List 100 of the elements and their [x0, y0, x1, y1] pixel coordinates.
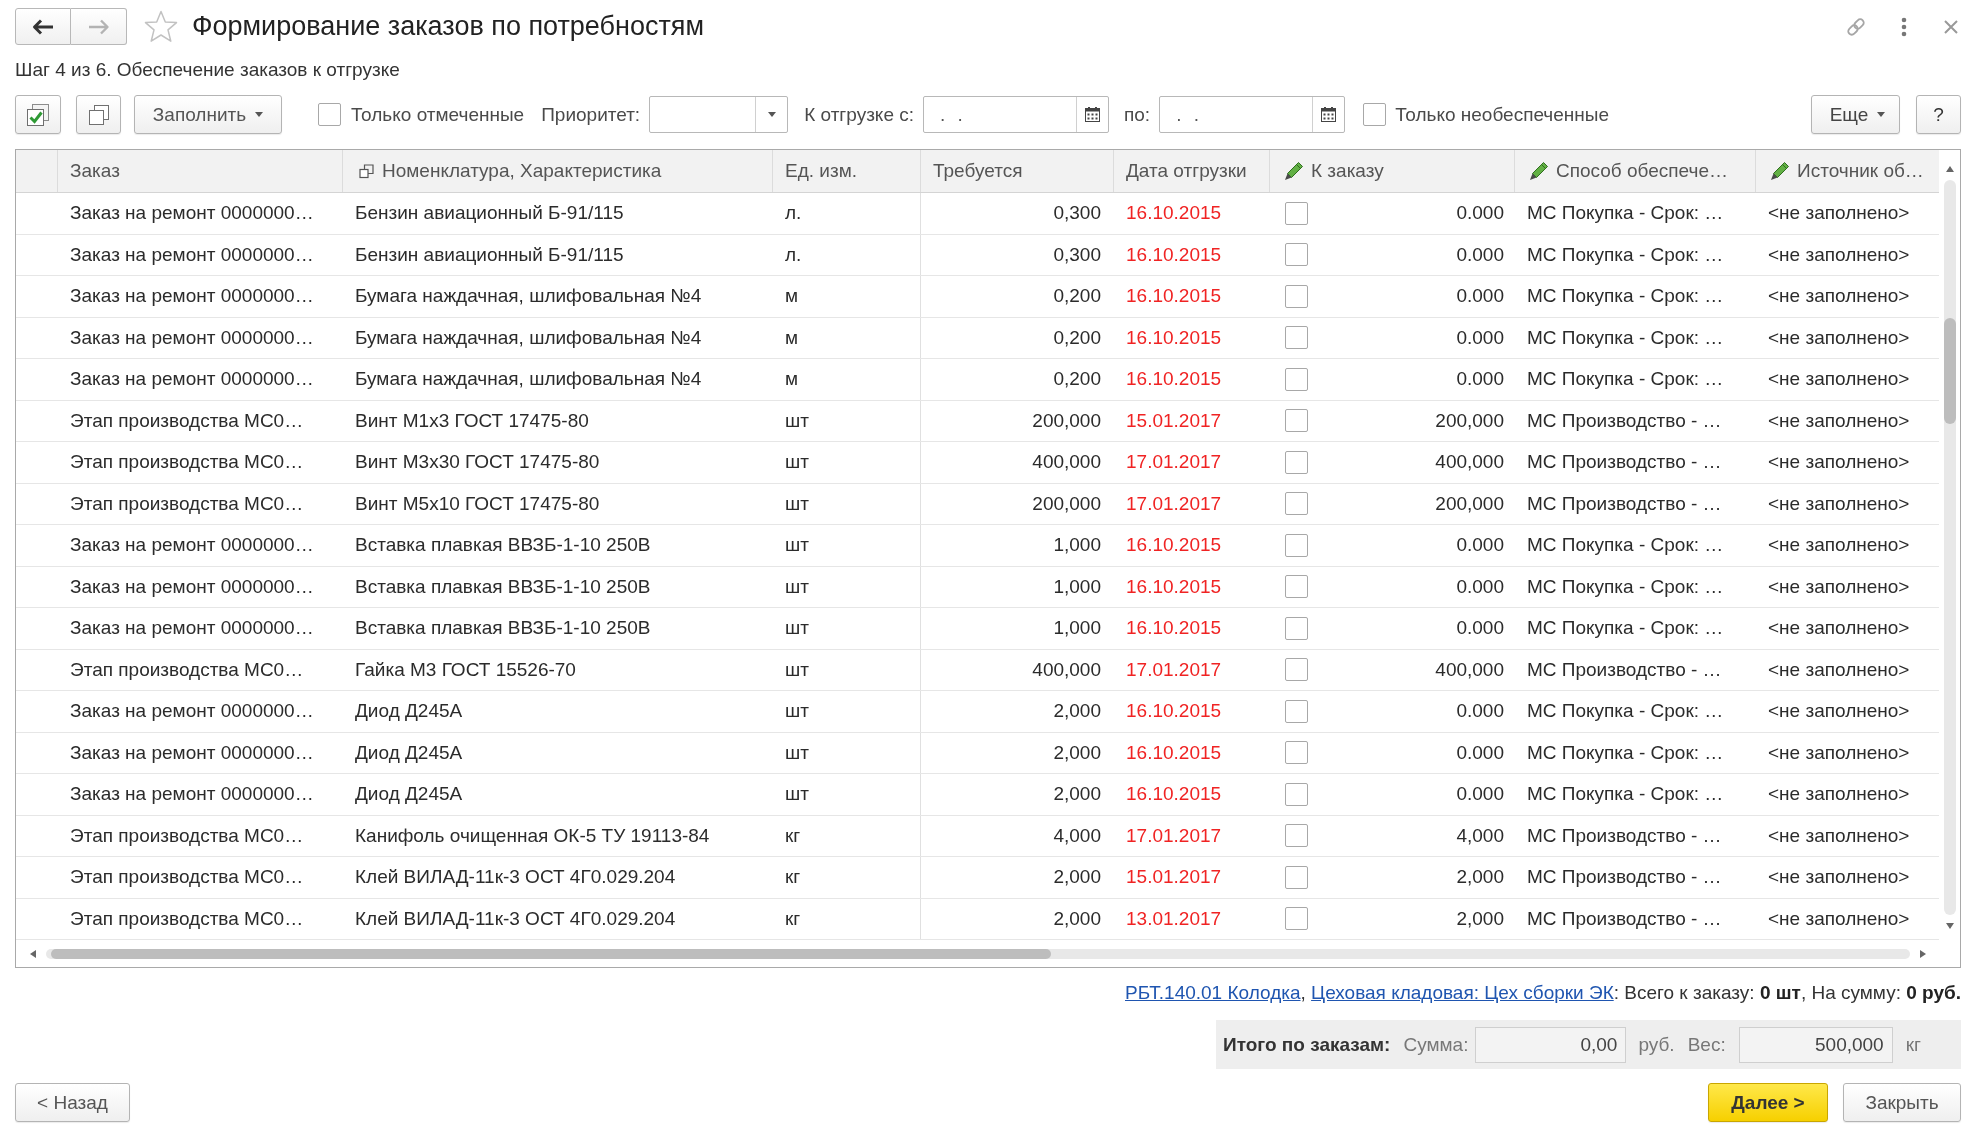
table-cell-text: 400,000 — [1031, 657, 1102, 682]
table-cell-text: МС Покупка - Срок: … — [1526, 574, 1725, 599]
checkbox[interactable] — [1285, 450, 1308, 474]
table-cell-text: МС Производство - … — [1526, 906, 1723, 931]
table-row[interactable]: Заказ на ремонт 0000000… Бумага наждачная, шлифовальная №4 м 0,200 16.10.2015 0.000 МС Покупка - Срок: … <не заполнено> — [16, 359, 1939, 401]
column-header[interactable]: Источник об… — [1756, 150, 1939, 192]
table-cell-text: 4,000 — [1052, 823, 1102, 848]
table-cell-text: Клей ВИЛАД-11к-3 ОСТ 4Г0.029.204 — [354, 906, 677, 931]
checkbox[interactable] — [1285, 824, 1308, 848]
table-cell: кг — [773, 857, 921, 898]
field-label: Приоритет: — [541, 103, 641, 126]
horizontal-scrollbar[interactable] — [46, 948, 1910, 959]
table-row[interactable]: Заказ на ремонт 0000000… Вставка плавкая ВВЗБ-1-10 250В шт 1,000 16.10.2015 0.000 МС Покупка - Срок: … <не заполнено> — [16, 525, 1939, 567]
scrollbar-thumb[interactable] — [1943, 318, 1956, 424]
table-row[interactable]: Этап производства МС0… Канифоль очищенная ОК-5 ТУ 19113-84 кг 4,000 17.01.2017 4,000 МС Производство - … <не заполнено> — [16, 815, 1939, 857]
checkbox[interactable] — [1285, 243, 1308, 267]
checkbox[interactable] — [1363, 103, 1387, 126]
fill-button[interactable]: Заполнить — [134, 95, 282, 134]
back-button[interactable]: < Назад — [15, 1083, 130, 1122]
priority-select[interactable] — [649, 96, 789, 133]
table-row[interactable]: Заказ на ремонт 0000000… Диод Д245А шт 2,000 16.10.2015 0.000 МС Покупка - Срок: … <не заполнено> — [16, 732, 1939, 774]
table-cell-text: Этап производства МС0… — [69, 450, 305, 475]
checkbox[interactable] — [1285, 699, 1308, 723]
table-cell-text: Этап производства МС0… — [69, 823, 305, 848]
scroll-left-icon[interactable] — [30, 949, 36, 958]
scroll-up-icon[interactable] — [1945, 166, 1954, 172]
vertical-scrollbar[interactable] — [1943, 180, 1956, 915]
table-row[interactable]: Заказ на ремонт 0000000… Вставка плавкая ВВЗБ-1-10 250В шт 1,000 16.10.2015 0.000 МС Покупка - Срок: … <не заполнено> — [16, 608, 1939, 650]
scroll-down-icon[interactable] — [1945, 923, 1954, 929]
checkbox[interactable] — [1285, 409, 1308, 433]
close-button[interactable]: Закрыть — [1843, 1083, 1961, 1122]
table-cell-text: <не заполнено> — [1767, 699, 1911, 724]
table-cell: шт — [773, 483, 921, 524]
item-link[interactable]: РБТ.140.01 Колодка — [1125, 982, 1301, 1003]
table-row[interactable]: Этап производства МС0… Винт М3х30 ГОСТ 17475-80 шт 400,000 17.01.2017 400,000 МС Производство - … <не заполнено> — [16, 442, 1939, 484]
table-row[interactable]: Заказ на ремонт 0000000… Бумага наждачная, шлифовальная №4 м 0,200 16.10.2015 0.000 МС Покупка - Срок: … <не заполнено> — [16, 276, 1939, 318]
checkbox[interactable] — [1285, 782, 1308, 806]
pencil-icon — [1770, 161, 1790, 181]
column-header[interactable]: Требуется — [921, 150, 1114, 192]
column-header[interactable]: К заказу — [1270, 150, 1515, 192]
pencil-icon — [1529, 161, 1549, 181]
checkbox[interactable] — [1285, 907, 1308, 931]
weight-field[interactable]: 500,000 — [1738, 1026, 1893, 1063]
calendar-icon[interactable] — [1085, 107, 1100, 122]
table-row[interactable]: Этап производства МС0… Винт М1х3 ГОСТ 17475-80 шт 200,000 15.01.2017 200,000 МС Производство - … <не заполнено> — [16, 400, 1939, 442]
field-label: по: — [1124, 103, 1151, 126]
table-row[interactable]: Заказ на ремонт 0000000… Бензин авиационный Б-91/115 л. 0,300 16.10.2015 0.000 МС Покупка - Срок: … <не заполнено> — [16, 193, 1939, 235]
table-cell-text: Заказ на ремонт 0000000… — [69, 201, 315, 226]
next-button[interactable]: Далее > — [1708, 1083, 1828, 1122]
checkbox[interactable] — [1285, 326, 1308, 350]
date-field[interactable]: . . — [1159, 96, 1346, 133]
table-cell: л. — [773, 193, 921, 234]
table-cell-text: 0.000 — [1455, 699, 1505, 724]
column-header[interactable]: Заказ — [58, 150, 343, 192]
table-row[interactable]: Этап производства МС0… Винт М5х10 ГОСТ 17475-80 шт 200,000 17.01.2017 200,000 МС Производство - … <не заполнено> — [16, 483, 1939, 525]
field-label: Сумма: — [1403, 1033, 1469, 1056]
table-row[interactable]: Этап производства МС0… Клей ВИЛАД-11к-3 ОСТ 4Г0.029.204 кг 2,000 15.01.2017 2,000 МС Производство - … <не заполнено> — [16, 857, 1939, 899]
checkbox[interactable] — [1285, 865, 1308, 889]
column-header[interactable]: Дата отгрузки — [1114, 150, 1270, 192]
column-header[interactable]: Ед. изм. — [773, 150, 921, 192]
table-cell-text: Заказ на ремонт 0000000… — [69, 574, 315, 599]
sum-field[interactable]: 0,00 — [1475, 1026, 1627, 1063]
checkbox[interactable] — [1285, 201, 1308, 225]
calendar-icon[interactable] — [1321, 107, 1337, 122]
help-button[interactable]: ? — [1916, 95, 1961, 134]
item-link[interactable]: Цеховая кладовая: Цех сборки ЭК — [1311, 982, 1614, 1003]
table-row[interactable]: Этап производства МС0… Клей ВИЛАД-11к-3 ОСТ 4Г0.029.204 кг 2,000 13.01.2017 2,000 МС Производство - … <не заполнено> — [16, 898, 1939, 940]
star-icon[interactable] — [144, 10, 178, 43]
checkbox-label: Только отмеченные — [351, 103, 525, 126]
checkbox[interactable] — [1285, 533, 1308, 557]
check-all-button[interactable] — [15, 95, 61, 134]
table-cell-text: <не заполнено> — [1767, 657, 1911, 682]
date-field[interactable]: . . — [923, 96, 1109, 133]
kebab-menu-icon[interactable] — [1901, 16, 1907, 37]
checkbox[interactable] — [1285, 492, 1308, 516]
table-row[interactable]: Заказ на ремонт 0000000… Диод Д245А шт 2,000 16.10.2015 0.000 МС Покупка - Срок: … <не заполнено> — [16, 691, 1939, 733]
close-icon[interactable] — [1944, 19, 1958, 34]
table-row[interactable]: Заказ на ремонт 0000000… Бумага наждачная, шлифовальная №4 м 0,200 16.10.2015 0.000 МС Покупка - Срок: … <не заполнено> — [16, 317, 1939, 359]
checkbox[interactable] — [1285, 575, 1308, 599]
checkbox[interactable] — [1285, 284, 1308, 308]
back-button[interactable] — [15, 8, 71, 45]
table-row[interactable]: Этап производства МС0… Гайка М3 ГОСТ 15526-70 шт 400,000 17.01.2017 400,000 МС Производство - … <не заполнено> — [16, 649, 1939, 691]
table-cell-text: 16.10.2015 — [1125, 782, 1223, 807]
table-cell-text: МС Производство - … — [1526, 823, 1723, 848]
checkbox[interactable] — [1285, 616, 1308, 640]
checkbox[interactable] — [318, 103, 341, 126]
column-header[interactable]: Способ обеспече… — [1515, 150, 1756, 192]
table-cell-text: 0.000 — [1455, 284, 1505, 309]
scrollbar-thumb[interactable] — [51, 948, 1051, 959]
more-button[interactable]: Еще — [1811, 95, 1900, 134]
checkbox[interactable] — [1285, 367, 1308, 391]
table-row[interactable]: Заказ на ремонт 0000000… Бензин авиационный Б-91/115 л. 0,300 16.10.2015 0.000 МС Покупка - Срок: … <не заполнено> — [16, 234, 1939, 276]
table-cell-text: Бумага наждачная, шлифовальная №4 — [354, 325, 703, 350]
table-row[interactable]: Заказ на ремонт 0000000… Диод Д245А шт 2,000 16.10.2015 0.000 МС Покупка - Срок: … <не заполнено> — [16, 774, 1939, 816]
table-row[interactable]: Заказ на ремонт 0000000… Вставка плавкая ВВЗБ-1-10 250В шт 1,000 16.10.2015 0.000 МС Покупка - Срок: … <не заполнено> — [16, 566, 1939, 608]
checkbox[interactable] — [1285, 741, 1308, 765]
copy-button[interactable] — [76, 95, 121, 134]
column-header[interactable]: Номенклатура, Характеристика — [343, 150, 773, 192]
scroll-right-icon[interactable] — [1920, 949, 1926, 958]
checkbox[interactable] — [1285, 658, 1308, 682]
